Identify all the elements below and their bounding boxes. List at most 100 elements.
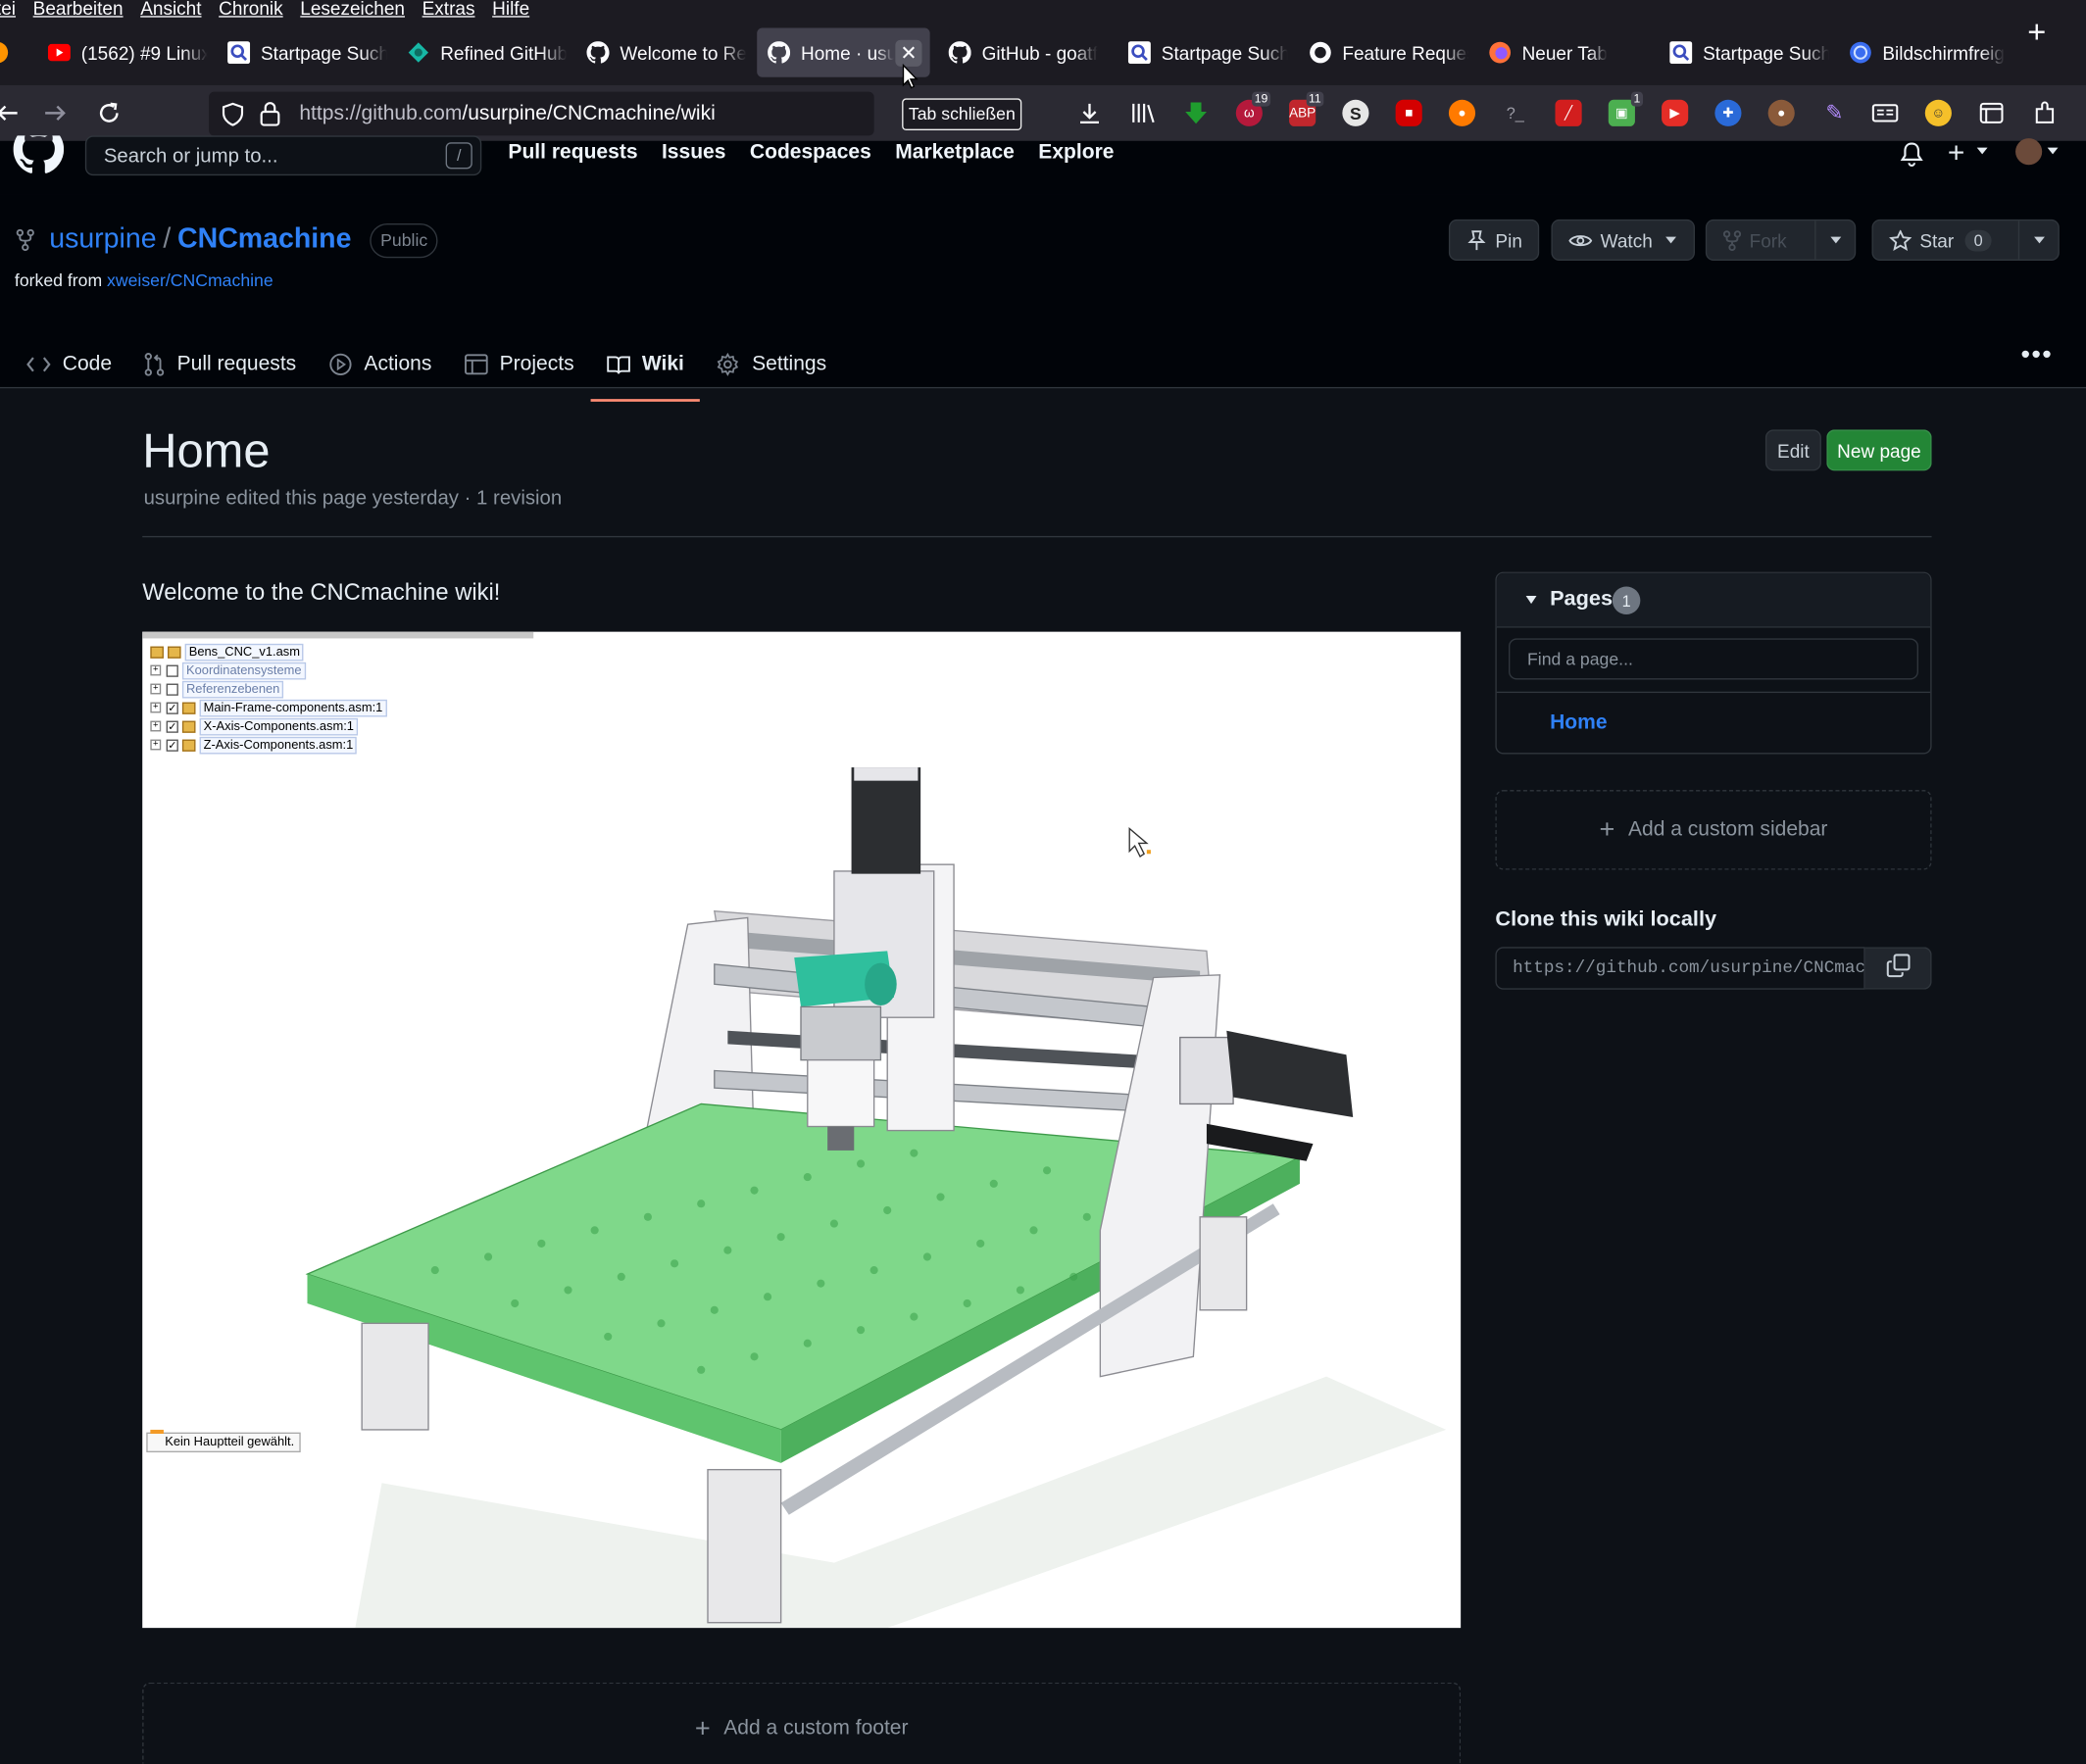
downloads-icon[interactable] <box>1076 100 1103 126</box>
fork-dropdown-caret[interactable] <box>1814 220 1855 260</box>
forward-button[interactable] <box>41 98 71 127</box>
revision-meta[interactable]: usurpine edited this page yesterday · 1 … <box>144 487 563 510</box>
privacy-badger-icon[interactable]: ● <box>1448 99 1476 126</box>
youtube-extension-icon[interactable]: ▶ <box>1662 99 1689 126</box>
pages-header[interactable]: Pages 1 <box>1496 572 1931 628</box>
page-link-home[interactable]: Home <box>1550 711 1607 735</box>
library-icon[interactable] <box>1129 100 1156 126</box>
cookie-icon[interactable]: ● <box>1767 99 1795 126</box>
menu-item-extras[interactable]: Extras <box>422 0 475 18</box>
tree-item[interactable]: + ✓ Main-Frame-components.asm:1 <box>150 698 387 716</box>
nav-explore[interactable]: Explore <box>1038 141 1114 165</box>
reader-icon[interactable] <box>1871 100 1899 126</box>
nav-toolbar: https://github.com/usurpine/CNCmachine/w… <box>0 84 2086 141</box>
new-tab-button[interactable]: + <box>2027 17 2046 49</box>
github-logo-icon[interactable] <box>13 123 65 175</box>
color-picker-icon[interactable]: ╱ <box>1555 99 1582 126</box>
tab-settings[interactable]: Settings <box>700 340 842 388</box>
download-helper-icon[interactable] <box>1182 100 1209 126</box>
avatar-dropdown-caret-icon[interactable] <box>2047 147 2059 155</box>
clone-url-group: https://github.com/usurpine/CNCmachine.w… <box>1495 947 1932 990</box>
tab-code[interactable]: Code <box>11 340 128 388</box>
menu-item-bearbeiten[interactable]: Bearbeiten <box>33 0 124 18</box>
startpage-extension-icon[interactable]: S <box>1342 99 1369 126</box>
add-custom-footer-button[interactable]: + Add a custom footer <box>142 1682 1462 1764</box>
tree-item[interactable]: + ✓ X-Axis-Components.asm:1 <box>150 716 386 735</box>
emoji-icon[interactable]: ☺ <box>1924 99 1952 126</box>
pin-button[interactable]: Pin <box>1448 219 1540 261</box>
feather-icon[interactable]: ✎ <box>1821 100 1848 126</box>
new-page-button[interactable]: New page <box>1826 429 1932 471</box>
ublock-icon[interactable]: ω 19 <box>1235 91 1271 126</box>
browser-tab[interactable]: GitHub - goatf <box>938 27 1109 76</box>
nav-codespaces[interactable]: Codespaces <box>750 141 871 165</box>
nav-issues[interactable]: Issues <box>662 141 726 165</box>
checkbox[interactable] <box>166 682 178 696</box>
chevron-down-icon <box>1829 236 1841 244</box>
translate-icon[interactable]: ✚ <box>1714 99 1742 126</box>
back-button[interactable] <box>0 98 22 127</box>
browser-tab[interactable]: Startpage Such <box>1118 27 1288 76</box>
page-title: Home <box>142 422 271 478</box>
adblock-plus-icon[interactable]: ABP 11 <box>1289 91 1324 126</box>
extensions-icon[interactable] <box>2031 100 2058 126</box>
tab-pull-requests[interactable]: Pull requests <box>127 340 312 388</box>
browser-tab[interactable]: (1562) #9 Linux <box>37 27 208 76</box>
tree-item[interactable]: + Referenzebenen <box>150 679 386 698</box>
star-dropdown-caret[interactable] <box>2017 220 2059 260</box>
copy-button[interactable] <box>1864 947 1932 990</box>
notifications-bell-icon[interactable] <box>1900 141 1923 174</box>
tab-projects[interactable]: Projects <box>448 340 590 388</box>
create-new-plus-icon[interactable]: + <box>1948 135 1964 170</box>
browser-tab[interactable]: Welcome to Re <box>576 27 746 76</box>
reload-button[interactable] <box>94 98 124 127</box>
avatar[interactable] <box>2015 138 2043 166</box>
repo-owner-link[interactable]: usurpine <box>49 223 156 254</box>
find-page-input[interactable]: Find a page... <box>1508 638 1918 680</box>
browser-tab[interactable]: Startpage Such <box>1659 27 1829 76</box>
tree-item[interactable]: + ✓ Z-Axis-Components.asm:1 <box>150 735 386 754</box>
github-search-input[interactable]: Search or jump to... / <box>84 135 482 176</box>
star-icon <box>1889 229 1912 251</box>
book-icon <box>606 355 630 374</box>
checkbox[interactable] <box>166 663 178 677</box>
browser-tab[interactable]: Feature Reques <box>1299 27 1468 76</box>
sidebar-toggle-icon[interactable] <box>1978 100 2005 126</box>
checkbox-checked[interactable]: ✓ <box>166 719 178 733</box>
browser-tab[interactable]: Neuer Tab <box>1478 27 1649 76</box>
menu-item-ansicht[interactable]: Ansicht <box>140 0 201 18</box>
tracking-shield-icon[interactable] <box>222 102 244 132</box>
clone-url-input[interactable]: https://github.com/usurpine/CNCmachine.w… <box>1495 947 1865 990</box>
create-dropdown-caret-icon[interactable] <box>1976 147 1988 155</box>
menu-item-chronik[interactable]: Chronik <box>219 0 282 18</box>
browser-tab[interactable]: Refined GitHub <box>396 27 567 76</box>
edit-button[interactable]: Edit <box>1764 429 1821 471</box>
more-options-icon[interactable]: ••• <box>2020 340 2053 370</box>
tree-item[interactable]: Bens_CNC_v1.asm <box>150 642 386 661</box>
star-button[interactable]: Star 0 <box>1871 219 2060 261</box>
url-bar[interactable]: https://github.com/usurpine/CNCmachine/w… <box>209 91 874 136</box>
menu-item-hilfe[interactable]: Hilfe <box>492 0 529 18</box>
tab-counter-icon[interactable]: ▣ 1 <box>1608 91 1644 126</box>
checkbox-checked[interactable]: ✓ <box>166 701 178 714</box>
unknown-extension-icon[interactable]: ?_ <box>1502 100 1528 126</box>
menu-item-datei[interactable]: tei <box>0 0 16 18</box>
nav-pull-requests[interactable]: Pull requests <box>508 141 637 165</box>
tab-close-button[interactable]: ✕ <box>895 39 922 67</box>
lock-icon[interactable] <box>260 101 281 133</box>
checkbox-checked[interactable]: ✓ <box>166 738 178 752</box>
tab-wiki[interactable]: Wiki <box>589 340 700 402</box>
repo-name-link[interactable]: CNCmachine <box>177 223 351 254</box>
fork-button[interactable]: Fork <box>1705 219 1857 261</box>
forked-from-link[interactable]: xweiser/CNCmachine <box>107 270 273 289</box>
tree-item[interactable]: + Koordinatensysteme <box>150 661 386 679</box>
add-custom-sidebar-button[interactable]: + Add a custom sidebar <box>1495 790 1932 870</box>
menu-item-lesezeichen[interactable]: Lesezeichen <box>300 0 405 18</box>
browser-tab[interactable]: Startpage Such <box>217 27 387 76</box>
firefox-view-tab[interactable] <box>0 27 11 76</box>
browser-tab[interactable]: Bildschirmfreig <box>1839 27 2010 76</box>
privacy-shield-icon[interactable]: ■ <box>1395 99 1422 126</box>
watch-button[interactable]: Watch <box>1551 219 1695 261</box>
tab-actions[interactable]: Actions <box>312 340 447 388</box>
nav-marketplace[interactable]: Marketplace <box>895 141 1015 165</box>
